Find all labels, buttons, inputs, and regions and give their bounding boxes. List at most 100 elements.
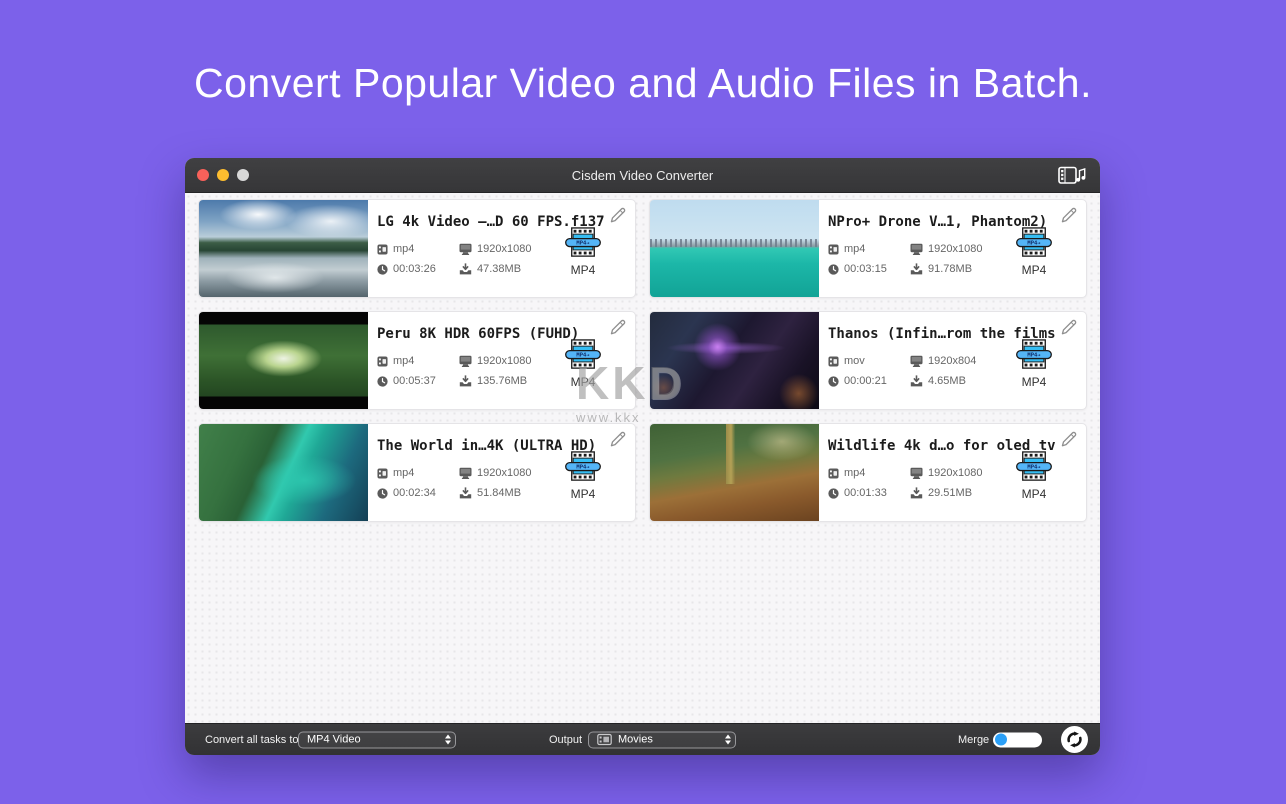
video-file-icon xyxy=(828,468,839,479)
convert-arrows-icon xyxy=(1066,731,1083,748)
movies-folder-icon xyxy=(597,734,612,746)
video-resolution: 1920x1080 xyxy=(928,243,982,255)
mp4-filmstrip-icon xyxy=(1015,339,1053,370)
output-format-badge[interactable]: MP4 xyxy=(1008,451,1060,501)
output-format-label: MP4 xyxy=(557,375,609,389)
edit-pencil-icon[interactable] xyxy=(1060,319,1077,336)
output-format-badge[interactable]: MP4 xyxy=(1008,339,1060,389)
display-icon xyxy=(910,467,923,479)
video-resolution: 1920x804 xyxy=(928,355,976,367)
video-size: 4.65MB xyxy=(928,375,966,387)
video-duration: 00:05:37 xyxy=(393,375,436,387)
video-thumbnail[interactable] xyxy=(650,200,819,297)
convert-button[interactable] xyxy=(1061,726,1088,753)
mp4-filmstrip-icon xyxy=(1015,451,1053,482)
video-size: 51.84MB xyxy=(477,487,521,499)
clock-icon xyxy=(377,376,388,387)
video-format: mp4 xyxy=(844,467,865,479)
output-format-label: MP4 xyxy=(1008,487,1060,501)
video-format: mov xyxy=(844,355,865,367)
merge-toggle-knob xyxy=(995,734,1007,746)
video-card: Thanos (Infin…rom the films mov 1920x804… xyxy=(649,311,1087,410)
output-format-badge[interactable]: MP4 xyxy=(557,451,609,501)
video-duration: 00:03:15 xyxy=(844,263,887,275)
download-icon xyxy=(459,263,472,275)
video-format: mp4 xyxy=(393,243,414,255)
video-resolution: 1920x1080 xyxy=(928,467,982,479)
window-titlebar: Cisdem Video Converter xyxy=(185,158,1100,193)
video-size: 47.38MB xyxy=(477,263,521,275)
download-icon xyxy=(910,487,923,499)
clock-icon xyxy=(828,376,839,387)
download-icon xyxy=(459,487,472,499)
output-format-label: MP4 xyxy=(557,263,609,277)
mp4-filmstrip-icon xyxy=(564,451,602,482)
clock-icon xyxy=(377,264,388,275)
edit-pencil-icon[interactable] xyxy=(609,207,626,224)
video-thumbnail[interactable] xyxy=(650,424,819,521)
edit-pencil-icon[interactable] xyxy=(1060,207,1077,224)
video-file-icon xyxy=(828,356,839,367)
output-format-label: MP4 xyxy=(557,487,609,501)
video-thumbnail[interactable] xyxy=(199,312,368,409)
merge-toggle[interactable] xyxy=(993,732,1042,747)
output-folder-value: Movies xyxy=(618,734,721,746)
display-icon xyxy=(910,355,923,367)
video-thumbnail[interactable] xyxy=(199,424,368,521)
video-size: 29.51MB xyxy=(928,487,972,499)
merge-label: Merge xyxy=(958,734,989,746)
video-thumbnail[interactable] xyxy=(199,200,368,297)
video-resolution: 1920x1080 xyxy=(477,355,531,367)
bottom-toolbar: Convert all tasks to MP4 Video Output Mo… xyxy=(185,723,1100,755)
display-icon xyxy=(910,243,923,255)
output-format-badge[interactable]: MP4 xyxy=(557,227,609,277)
download-icon xyxy=(910,375,923,387)
video-card: LG 4k Video —…D 60 FPS.f137 mp4 1920x108… xyxy=(198,199,636,298)
clock-icon xyxy=(828,488,839,499)
mp4-filmstrip-icon xyxy=(564,339,602,370)
media-library-icon[interactable] xyxy=(1057,164,1087,186)
convert-format-select[interactable]: MP4 Video xyxy=(298,731,456,748)
zoom-button[interactable] xyxy=(237,169,249,181)
video-card: Peru 8K HDR 60FPS (FUHD) mp4 1920x1080 0… xyxy=(198,311,636,410)
video-card-grid: LG 4k Video —…D 60 FPS.f137 mp4 1920x108… xyxy=(198,199,1087,522)
video-card: Wildlife 4k d…o for oled tv mp4 1920x108… xyxy=(649,423,1087,522)
display-icon xyxy=(459,467,472,479)
traffic-lights xyxy=(197,169,249,181)
page-title: Convert Popular Video and Audio Files in… xyxy=(0,60,1286,107)
download-icon xyxy=(459,375,472,387)
up-down-arrows-icon xyxy=(445,735,451,745)
up-down-arrows-icon xyxy=(725,735,731,745)
close-button[interactable] xyxy=(197,169,209,181)
output-format-badge[interactable]: MP4 xyxy=(557,339,609,389)
video-file-icon xyxy=(377,468,388,479)
clock-icon xyxy=(377,488,388,499)
video-size: 135.76MB xyxy=(477,375,527,387)
video-duration: 00:01:33 xyxy=(844,487,887,499)
minimize-button[interactable] xyxy=(217,169,229,181)
output-format-label: MP4 xyxy=(1008,375,1060,389)
video-format: mp4 xyxy=(844,243,865,255)
video-duration: 00:02:34 xyxy=(393,487,436,499)
edit-pencil-icon[interactable] xyxy=(609,319,626,336)
output-format-badge[interactable]: MP4 xyxy=(1008,227,1060,277)
output-format-label: MP4 xyxy=(1008,263,1060,277)
clock-icon xyxy=(828,264,839,275)
video-duration: 00:00:21 xyxy=(844,375,887,387)
mp4-filmstrip-icon xyxy=(564,227,602,258)
video-format: mp4 xyxy=(393,355,414,367)
convert-format-value: MP4 Video xyxy=(307,734,441,746)
video-duration: 00:03:26 xyxy=(393,263,436,275)
download-icon xyxy=(910,263,923,275)
video-resolution: 1920x1080 xyxy=(477,243,531,255)
output-folder-select[interactable]: Movies xyxy=(588,731,736,748)
video-card: The World in…4K (ULTRA HD) mp4 1920x1080… xyxy=(198,423,636,522)
edit-pencil-icon[interactable] xyxy=(1060,431,1077,448)
edit-pencil-icon[interactable] xyxy=(609,431,626,448)
display-icon xyxy=(459,355,472,367)
mp4-filmstrip-icon xyxy=(1015,227,1053,258)
file-list-area: LG 4k Video —…D 60 FPS.f137 mp4 1920x108… xyxy=(185,193,1100,724)
video-file-icon xyxy=(828,244,839,255)
video-size: 91.78MB xyxy=(928,263,972,275)
video-thumbnail[interactable] xyxy=(650,312,819,409)
